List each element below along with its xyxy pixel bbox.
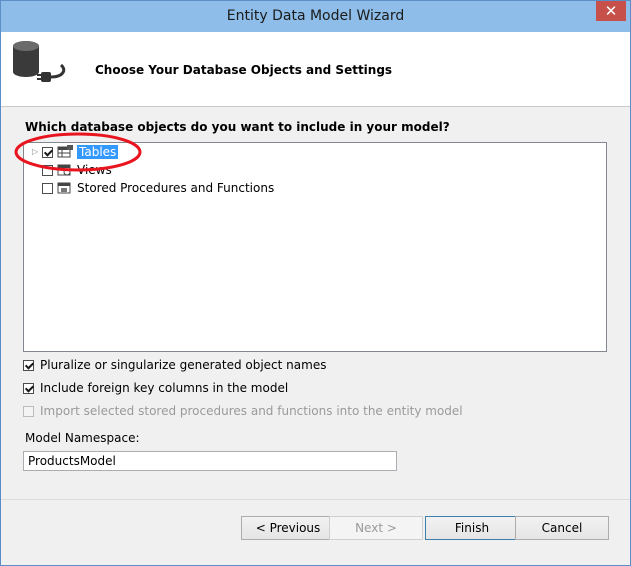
next-button: Next >: [329, 516, 423, 540]
views-icon: [57, 164, 71, 176]
stored-procedures-label[interactable]: Stored Procedures and Functions: [77, 181, 274, 195]
expand-arrow-icon[interactable]: ▷: [32, 147, 42, 157]
wizard-header: Choose Your Database Objects and Setting…: [1, 32, 630, 107]
stored-procedures-checkbox[interactable]: [42, 182, 53, 194]
foreign-keys-label[interactable]: Include foreign key columns in the model: [40, 381, 288, 395]
cancel-button[interactable]: Cancel: [515, 516, 609, 540]
import-sprocs-label: Import selected stored procedures and fu…: [40, 404, 463, 418]
database-plug-icon: [13, 41, 66, 82]
tree-item-views[interactable]: Views: [42, 161, 112, 179]
finish-button[interactable]: Finish: [425, 516, 519, 540]
title-bar: Entity Data Model Wizard ✕: [1, 1, 630, 32]
tree-item-stored-procedures[interactable]: Stored Procedures and Functions: [42, 179, 274, 197]
tree-item-tables[interactable]: ▷ Tables: [32, 143, 119, 161]
tables-icon: [57, 145, 73, 158]
database-objects-tree[interactable]: ▷ Tables Views Stored Procedures and Fun…: [23, 142, 607, 352]
views-checkbox[interactable]: [42, 164, 53, 176]
objects-label: Which database objects do you want to in…: [25, 120, 450, 134]
foreign-keys-checkbox[interactable]: [23, 382, 34, 394]
views-label[interactable]: Views: [77, 163, 112, 177]
namespace-input[interactable]: [23, 451, 397, 471]
import-sprocs-option: Import selected stored procedures and fu…: [23, 404, 463, 418]
foreign-keys-option[interactable]: Include foreign key columns in the model: [23, 381, 288, 395]
tables-label[interactable]: Tables: [77, 145, 119, 159]
import-sprocs-checkbox: [23, 405, 34, 417]
page-title: Choose Your Database Objects and Setting…: [95, 63, 393, 77]
close-button[interactable]: ✕: [596, 1, 626, 21]
previous-button[interactable]: < Previous: [241, 516, 335, 540]
wizard-window: Entity Data Model Wizard ✕ Choose Your D…: [0, 0, 631, 566]
footer-divider: [1, 499, 630, 500]
pluralize-option[interactable]: Pluralize or singularize generated objec…: [23, 358, 326, 372]
pluralize-checkbox[interactable]: [23, 359, 34, 371]
pluralize-label[interactable]: Pluralize or singularize generated objec…: [40, 358, 326, 372]
stored-procedures-icon: [57, 182, 71, 194]
namespace-label: Model Namespace:: [25, 431, 140, 445]
window-title: Entity Data Model Wizard: [226, 8, 405, 24]
tables-checkbox[interactable]: [42, 146, 53, 158]
